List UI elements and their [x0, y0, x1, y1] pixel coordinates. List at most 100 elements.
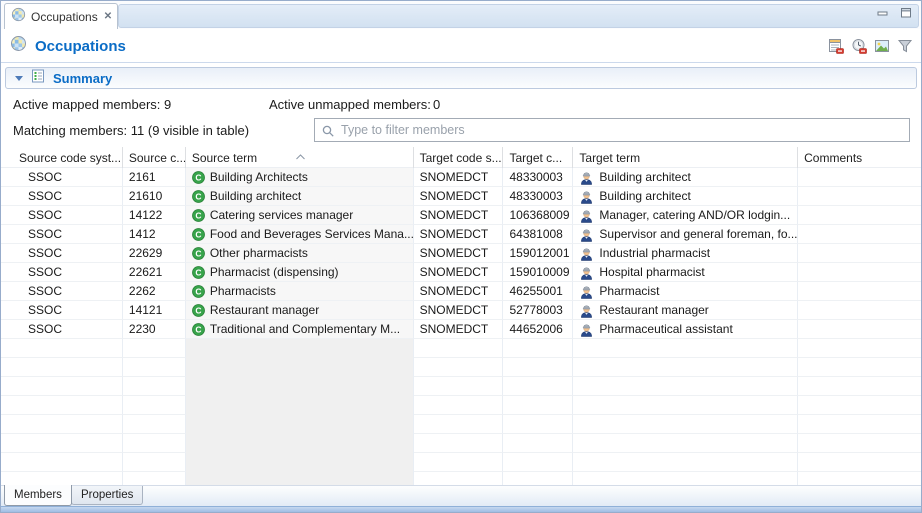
- concept-icon: C: [192, 209, 205, 222]
- tab-occupations[interactable]: Occupations ✕: [4, 3, 118, 29]
- empty-row: [1, 377, 921, 396]
- empty-cell: [573, 358, 798, 377]
- minimize-icon[interactable]: [876, 6, 890, 20]
- source-system-cell: SSOC: [1, 168, 123, 187]
- person-icon: [579, 227, 594, 242]
- page-title: Occupations: [35, 38, 126, 55]
- empty-cell: [414, 453, 504, 472]
- target-system-cell: SNOMEDCT: [414, 263, 504, 282]
- source-term-text: Building Architects: [210, 170, 308, 184]
- empty-cell: [186, 339, 414, 358]
- empty-cell: [573, 339, 798, 358]
- source-system-cell: SSOC: [1, 301, 123, 320]
- target-term-cell: Manager, catering AND/OR lodgin...: [573, 206, 798, 225]
- person-icon: [579, 265, 594, 280]
- source-code-text: 22621: [129, 265, 162, 279]
- member-row[interactable]: SSOC21610 CBuilding architectSNOMEDCT483…: [1, 187, 921, 206]
- empty-cell: [1, 339, 123, 358]
- source-term-cell: COther pharmacists: [186, 244, 414, 263]
- member-row[interactable]: SSOC2230 CTraditional and Complementary …: [1, 320, 921, 339]
- source-code-text: 1412: [129, 227, 156, 241]
- chevron-down-icon[interactable]: [15, 76, 23, 81]
- image-icon[interactable]: [873, 37, 890, 54]
- member-row[interactable]: SSOC22621 CPharmacist (dispensing)SNOMED…: [1, 263, 921, 282]
- concept-icon: C: [192, 190, 205, 203]
- target-code-cell: 106368009: [503, 206, 573, 225]
- close-icon[interactable]: ✕: [103, 11, 113, 22]
- empty-cell: [186, 358, 414, 377]
- source-system-text: SSOC: [28, 170, 62, 184]
- empty-cell: [573, 453, 798, 472]
- svg-text:C: C: [195, 267, 201, 277]
- target-term-text: Building architect: [599, 189, 690, 203]
- empty-cell: [414, 377, 504, 396]
- summary-section-header[interactable]: Summary: [5, 67, 917, 89]
- column-header-comments[interactable]: Comments: [798, 147, 921, 168]
- bottom-tab-properties[interactable]: Properties: [71, 486, 143, 505]
- comments-cell: [798, 168, 921, 187]
- svg-text:C: C: [195, 229, 201, 239]
- empty-cell: [1, 453, 123, 472]
- target-system-cell: SNOMEDCT: [414, 244, 504, 263]
- member-row[interactable]: SSOC1412 CFood and Beverages Services Ma…: [1, 225, 921, 244]
- member-row[interactable]: SSOC14122 CCatering services managerSNOM…: [1, 206, 921, 225]
- empty-cell: [123, 377, 186, 396]
- source-term-text: Pharmacist (dispensing): [210, 265, 339, 279]
- column-header-source-c[interactable]: Source c...: [123, 147, 186, 168]
- source-term-text: Restaurant manager: [210, 303, 319, 317]
- tab-label: Occupations: [31, 10, 98, 24]
- empty-cell: [123, 415, 186, 434]
- empty-cell: [798, 377, 921, 396]
- maximize-icon[interactable]: [899, 6, 913, 20]
- target-term-cell: Restaurant manager: [573, 301, 798, 320]
- target-code-text: 48330003: [509, 189, 562, 203]
- bottom-tab-members[interactable]: Members: [4, 485, 72, 506]
- target-code-text: 159010009: [509, 265, 569, 279]
- table-remove-icon[interactable]: [827, 37, 844, 54]
- comments-cell: [798, 282, 921, 301]
- target-code-cell: 64381008: [503, 225, 573, 244]
- member-row[interactable]: SSOC2262 CPharmacistsSNOMEDCT46255001 Ph…: [1, 282, 921, 301]
- empty-cell: [1, 434, 123, 453]
- target-system-text: SNOMEDCT: [420, 189, 489, 203]
- clock-remove-icon[interactable]: [850, 37, 867, 54]
- concept-icon: C: [192, 304, 205, 317]
- target-code-text: 52778003: [509, 303, 562, 317]
- column-header-target-code-s[interactable]: Target code s...: [414, 147, 504, 168]
- member-row[interactable]: SSOC2161 CBuilding ArchitectsSNOMEDCT483…: [1, 168, 921, 187]
- filter-members-input[interactable]: [315, 119, 909, 141]
- empty-cell: [414, 396, 504, 415]
- target-term-text: Pharmaceutical assistant: [599, 322, 732, 336]
- empty-cell: [798, 453, 921, 472]
- empty-cell: [414, 415, 504, 434]
- empty-cell: [503, 415, 573, 434]
- empty-cell: [1, 415, 123, 434]
- member-row[interactable]: SSOC22629 COther pharmacistsSNOMEDCT1590…: [1, 244, 921, 263]
- concept-icon: C: [192, 285, 205, 298]
- source-code-text: 14122: [129, 208, 162, 222]
- source-system-text: SSOC: [28, 303, 62, 317]
- source-code-cell: 21610: [123, 187, 186, 206]
- target-term-cell: Industrial pharmacist: [573, 244, 798, 263]
- empty-cell: [123, 434, 186, 453]
- source-code-text: 2230: [129, 322, 156, 336]
- filter-icon[interactable]: [896, 37, 913, 54]
- header-divider: [1, 62, 921, 63]
- empty-cell: [503, 377, 573, 396]
- target-term-cell: Supervisor and general foreman, fo...: [573, 225, 798, 244]
- person-icon: [579, 284, 594, 299]
- empty-cell: [414, 339, 504, 358]
- target-system-cell: SNOMEDCT: [414, 168, 504, 187]
- target-code-text: 48330003: [509, 170, 562, 184]
- empty-cell: [503, 339, 573, 358]
- empty-cell: [1, 396, 123, 415]
- column-header-target-term[interactable]: Target term: [573, 147, 798, 168]
- empty-row: [1, 339, 921, 358]
- column-header-source-code-syst[interactable]: Source code syst...: [1, 147, 123, 168]
- comments-cell: [798, 225, 921, 244]
- target-code-text: 46255001: [509, 284, 562, 298]
- member-row[interactable]: SSOC14121 CRestaurant managerSNOMEDCT527…: [1, 301, 921, 320]
- target-code-cell: 52778003: [503, 301, 573, 320]
- source-code-text: 21610: [129, 189, 162, 203]
- column-header-target-c[interactable]: Target c...: [503, 147, 573, 168]
